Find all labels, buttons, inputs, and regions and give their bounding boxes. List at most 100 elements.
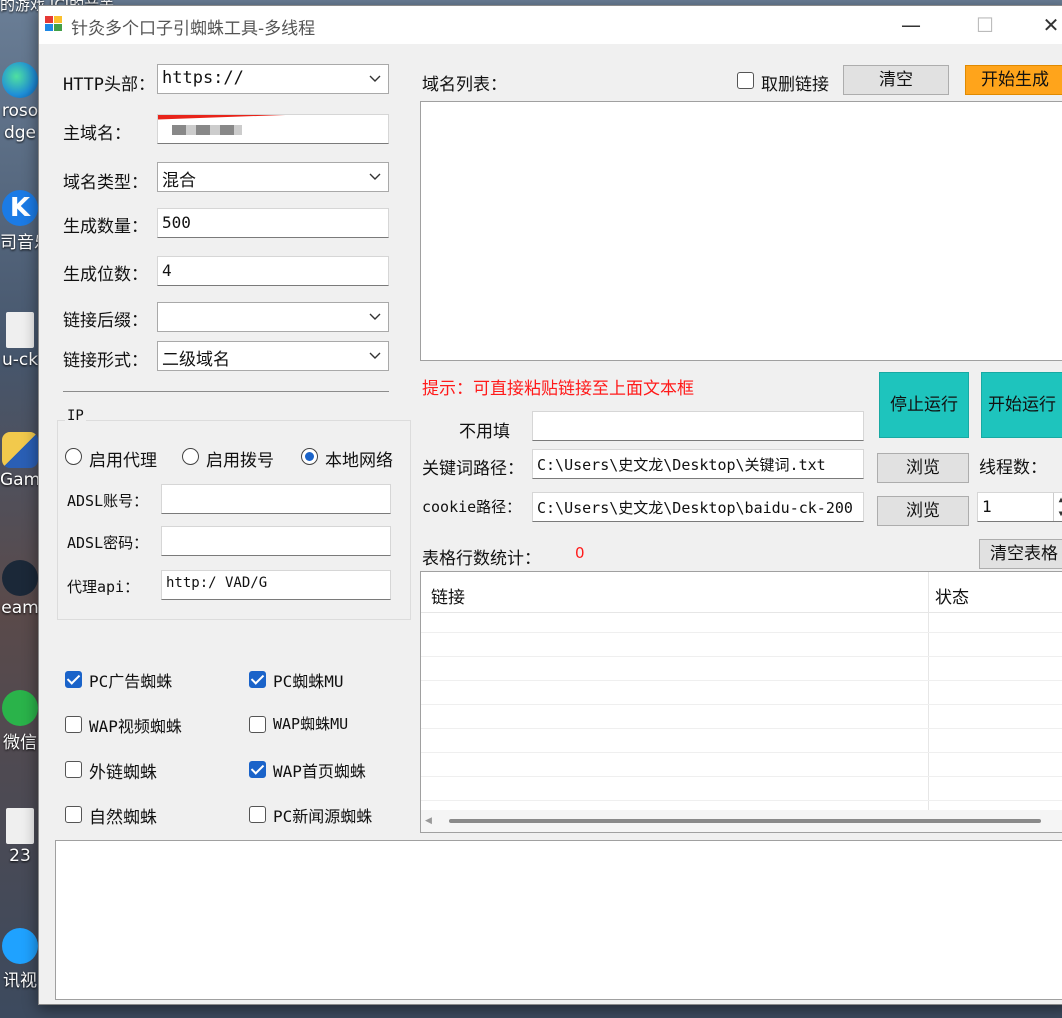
clear-table-button[interactable]: 清空表格 <box>979 539 1062 569</box>
chevron-down-icon <box>369 313 381 320</box>
horizontal-scrollbar[interactable]: ◀ <box>421 810 1062 832</box>
clear-button[interactable]: 清空 <box>843 65 949 95</box>
unused-input[interactable] <box>532 411 864 441</box>
spider-checkbox-wap-home[interactable] <box>249 761 266 778</box>
log-textarea[interactable] <box>55 840 1062 1000</box>
dialup-radio[interactable] <box>182 448 199 465</box>
link-form-label: 链接形式： <box>63 351 148 371</box>
keyword-path-input[interactable]: C:\Users\史文龙\Desktop\关键词.txt <box>532 449 864 479</box>
table-header: 链接 状态 <box>421 572 1062 832</box>
proxy-api-input[interactable]: http:/ VAD/G <box>161 570 391 600</box>
divider <box>63 391 389 392</box>
main-domain-input[interactable] <box>157 114 389 144</box>
window-title: 针灸多个口子引蜘蛛工具-多线程 <box>71 19 316 39</box>
desktop-icon-label: 23 <box>9 846 31 866</box>
spider-label-external: 外链蜘蛛 <box>89 763 157 783</box>
desktop-icon-wechat[interactable]: 微信 <box>0 690 40 753</box>
spider-checkbox-pc-news[interactable] <box>249 806 266 823</box>
start-run-button[interactable]: 开始运行 <box>981 372 1062 438</box>
cookie-path-label: cookie路径： <box>422 498 522 516</box>
link-form-combo[interactable]: 二级域名 <box>157 341 389 371</box>
domain-list-textarea[interactable] <box>420 101 1062 361</box>
redaction-blur <box>172 125 242 135</box>
spider-checkbox-external[interactable] <box>65 761 82 778</box>
app-window: 针灸多个口子引蜘蛛工具-多线程 — ☐ ✕ HTTP头部： https:// 主… <box>38 5 1062 1005</box>
start-generate-button[interactable]: 开始生成 <box>965 65 1062 95</box>
spider-checkbox-pc-mu[interactable] <box>249 671 266 688</box>
app-icon <box>45 16 63 32</box>
domain-type-value: 混合 <box>162 171 196 191</box>
title-bar[interactable]: 针灸多个口子引蜘蛛工具-多线程 — ☐ ✕ <box>39 6 1062 44</box>
http-header-combo[interactable]: https:// <box>157 64 389 94</box>
desktop-icon-video[interactable]: 讯视 <box>0 928 40 991</box>
domain-type-combo[interactable]: 混合 <box>157 162 389 192</box>
table-row <box>421 800 1062 801</box>
gen-digits-label: 生成位数： <box>63 265 148 285</box>
desktop-icon-game[interactable]: Gam <box>0 432 40 490</box>
chevron-down-icon <box>369 173 381 180</box>
column-header-link[interactable]: 链接 <box>431 583 465 608</box>
paste-hint: 提示：可直接粘贴链接至上面文本框 <box>422 379 694 399</box>
desktop-icon-file[interactable]: u-ck <box>0 312 40 370</box>
spinner-arrows-icon[interactable]: ▲▼ <box>1053 493 1062 521</box>
spider-checkbox-natural[interactable] <box>65 806 82 823</box>
column-header-status[interactable]: 状态 <box>935 583 969 608</box>
gen-count-input[interactable]: 500 <box>157 208 389 238</box>
browse-keyword-button[interactable]: 浏览 <box>877 453 969 483</box>
http-header-value: https:// <box>162 68 244 88</box>
unused-label: 不用填 <box>459 422 510 442</box>
desktop-icon-label: 司音乐 <box>0 233 40 253</box>
redaction-mark <box>158 115 309 120</box>
table-row <box>421 632 1062 633</box>
adsl-user-label: ADSL账号： <box>67 492 149 510</box>
link-suffix-label: 链接后缀： <box>63 311 148 331</box>
results-table[interactable]: 链接 状态 ◀ <box>420 571 1062 833</box>
local-network-radio[interactable] <box>301 448 318 465</box>
scrollbar-thumb[interactable] <box>449 819 1041 823</box>
table-row <box>421 728 1062 729</box>
spider-checkbox-wap-mu[interactable] <box>249 716 266 733</box>
scroll-left-icon[interactable]: ◀ <box>425 816 432 826</box>
desktop-icon-steam[interactable]: eam <box>0 560 40 618</box>
desktop-icon-label: eam <box>1 598 39 618</box>
desktop-icon-label: Gam <box>0 470 40 490</box>
domain-list-label: 域名列表： <box>422 75 507 95</box>
row-count-label: 表格行数统计： <box>422 549 541 569</box>
link-form-value: 二级域名 <box>162 350 230 370</box>
table-row <box>421 776 1062 777</box>
adsl-pass-input[interactable] <box>161 526 391 556</box>
browse-cookie-button[interactable]: 浏览 <box>877 496 969 526</box>
dedupe-checkbox[interactable] <box>737 72 754 89</box>
adsl-user-input[interactable] <box>161 484 391 514</box>
close-button[interactable]: ✕ <box>1031 10 1062 40</box>
proxy-radio-label: 启用代理 <box>89 451 157 471</box>
stop-run-button[interactable]: 停止运行 <box>879 372 969 438</box>
spider-label-natural: 自然蜘蛛 <box>89 808 157 828</box>
desktop-icon-edge[interactable]: roso dge <box>0 62 40 144</box>
client-area: HTTP头部： https:// 主域名： 域名类型： 混合 生成数量： 500… <box>39 44 1062 1004</box>
threads-spinner[interactable]: 1 ▲▼ <box>977 492 1062 522</box>
desktop-icon-kugou[interactable]: K 司音乐 <box>0 190 40 253</box>
proxy-radio[interactable] <box>65 448 82 465</box>
cookie-path-input[interactable]: C:\Users\史文龙\Desktop\baidu-ck-200 <box>532 492 864 522</box>
spider-label-wap-home: WAP首页蜘蛛 <box>273 762 366 781</box>
http-header-label: HTTP头部： <box>63 75 155 95</box>
spider-label-wap-video: WAP视频蜘蛛 <box>89 717 182 736</box>
main-domain-label: 主域名： <box>63 124 131 144</box>
link-suffix-combo[interactable] <box>157 302 389 332</box>
spider-checkbox-pc-ad[interactable] <box>65 671 82 688</box>
desktop-icon-file2[interactable]: 23 <box>0 808 40 866</box>
shield-icon <box>2 432 38 468</box>
gen-digits-input[interactable]: 4 <box>157 256 389 286</box>
spider-label-wap-mu: WAP蜘蛛MU <box>273 715 349 733</box>
table-row <box>421 752 1062 753</box>
desktop-icon-label: roso dge <box>1 101 39 143</box>
minimize-button[interactable]: — <box>891 10 931 40</box>
kugou-icon: K <box>2 190 38 226</box>
table-row <box>421 680 1062 681</box>
maximize-button[interactable]: ☐ <box>965 10 1005 40</box>
local-network-radio-label: 本地网络 <box>325 451 393 471</box>
keyword-path-label: 关键词路径： <box>422 459 524 479</box>
chevron-down-icon <box>369 75 381 82</box>
spider-checkbox-wap-video[interactable] <box>65 716 82 733</box>
